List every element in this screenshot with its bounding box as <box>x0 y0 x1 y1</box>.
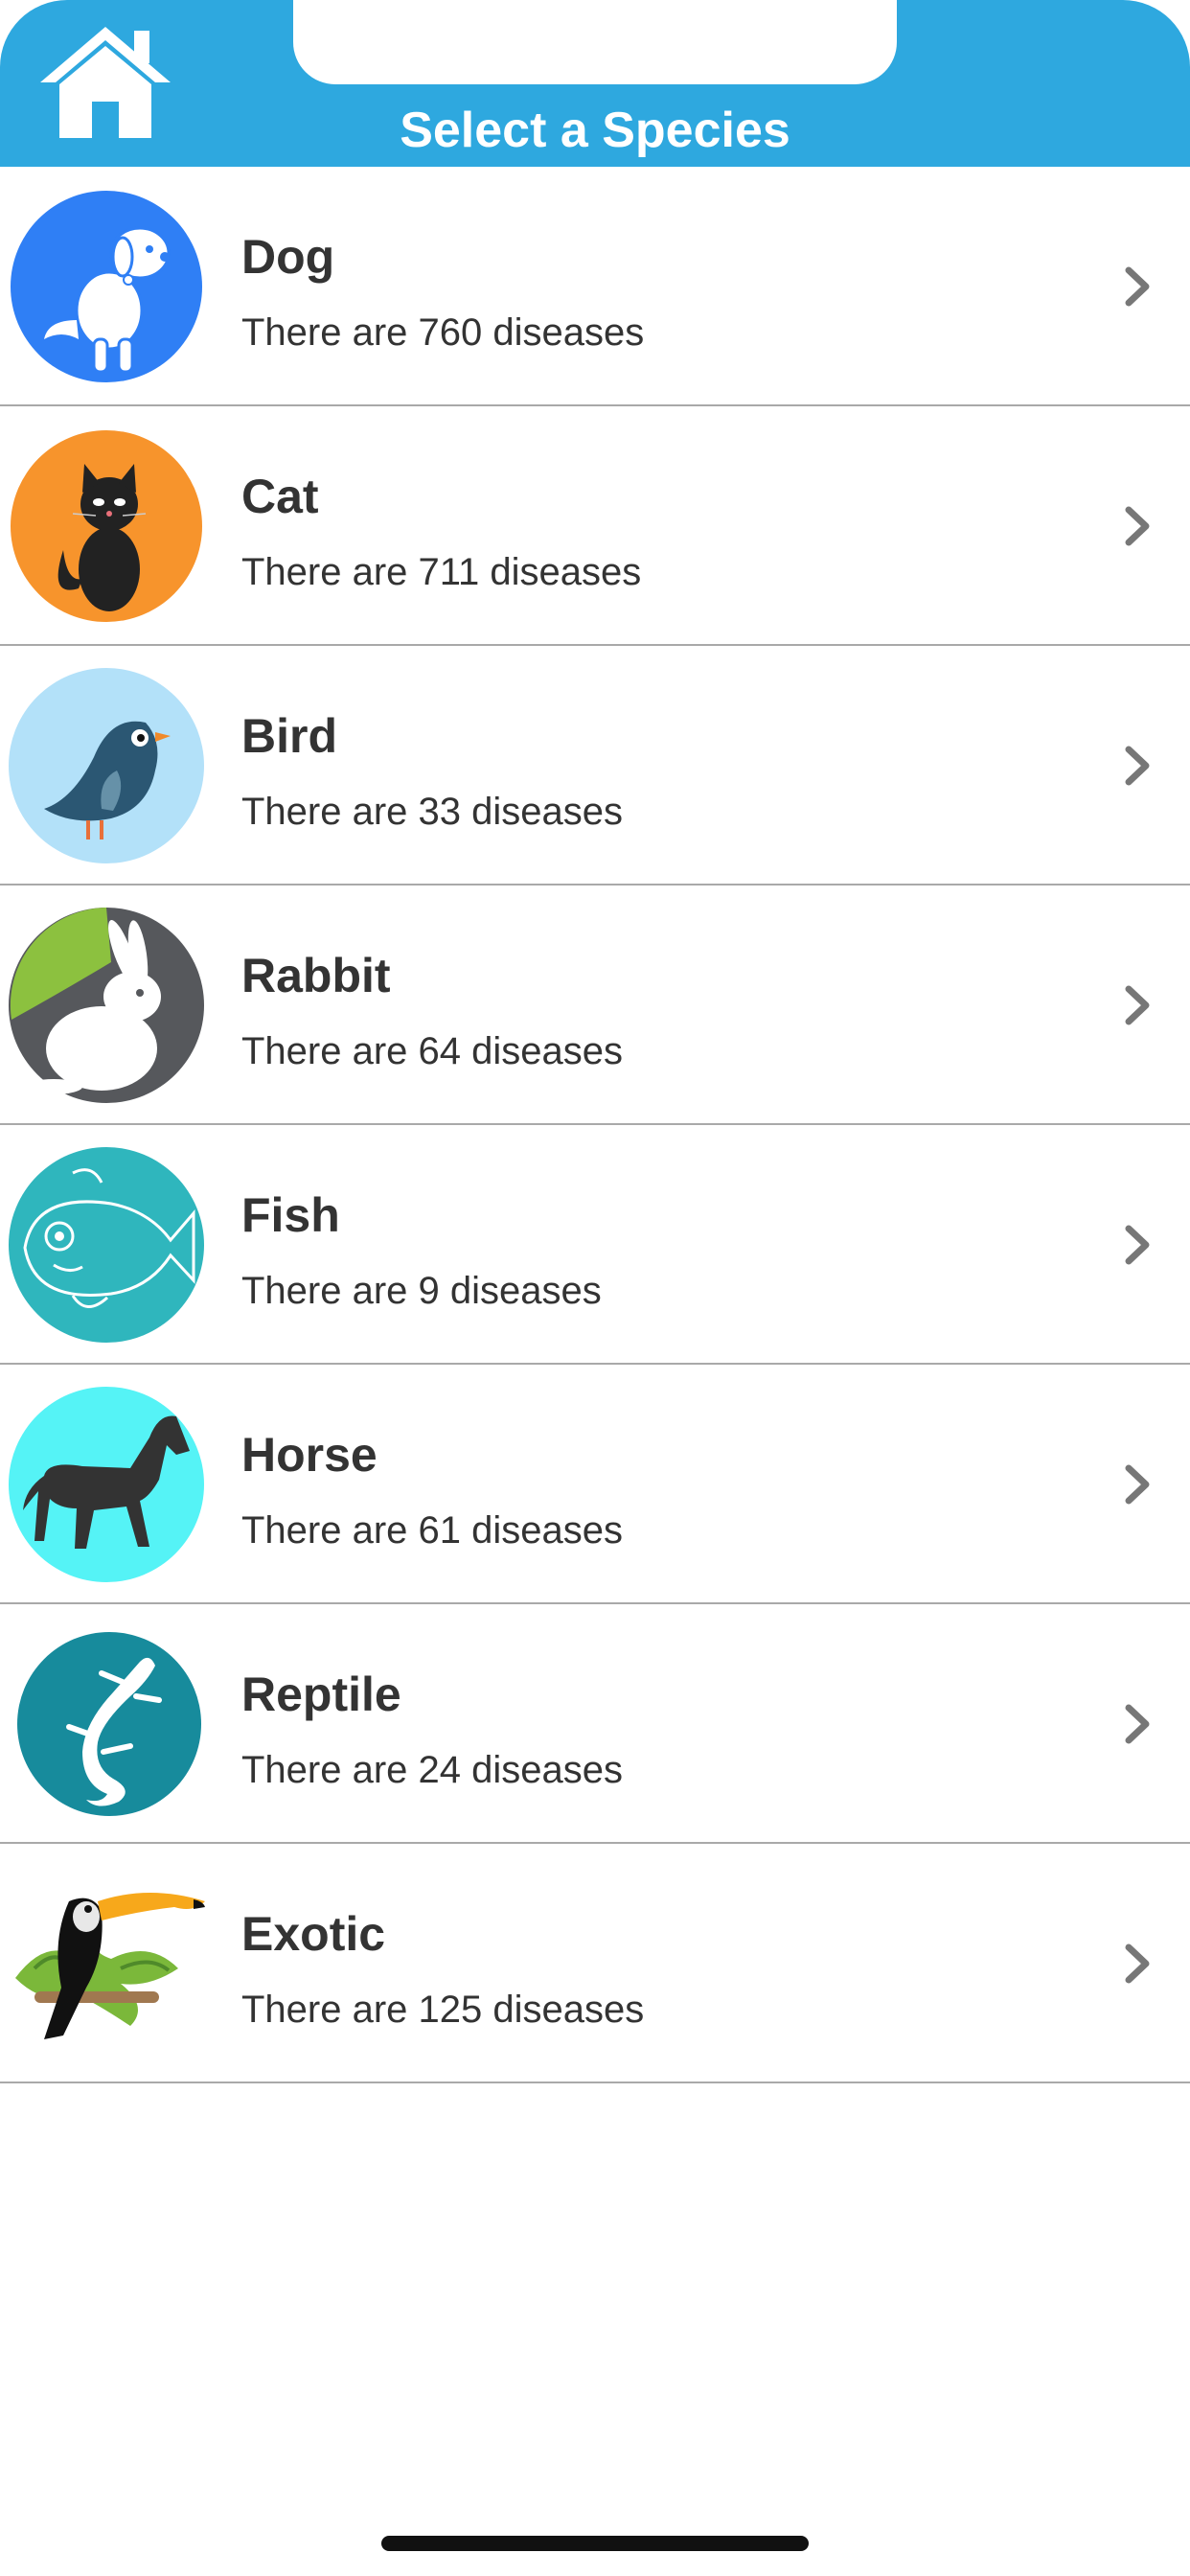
species-name: Cat <box>241 470 319 523</box>
reptile-icon <box>6 1623 207 1825</box>
bird-icon <box>6 665 207 866</box>
device-notch <box>293 0 897 84</box>
species-name: Reptile <box>241 1668 401 1721</box>
chevron-right-icon <box>1123 744 1152 788</box>
species-row-cat[interactable]: Cat There are 711 diseases <box>0 406 1190 646</box>
species-name: Fish <box>241 1188 340 1242</box>
disease-count: There are 125 diseases <box>241 1989 645 2031</box>
chevron-right-icon <box>1123 1223 1152 1267</box>
species-name: Bird <box>241 709 337 763</box>
page-title: Select a Species <box>400 103 790 158</box>
horse-icon <box>6 1384 207 1585</box>
disease-count: There are 33 diseases <box>241 791 624 833</box>
species-name: Exotic <box>241 1907 386 1961</box>
species-row-bird[interactable]: Bird There are 33 diseases <box>0 646 1190 886</box>
disease-count: There are 760 diseases <box>241 311 645 354</box>
cat-icon <box>6 426 207 627</box>
species-name: Rabbit <box>241 949 391 1002</box>
species-row-fish[interactable]: Fish There are 9 diseases <box>0 1125 1190 1365</box>
home-indicator[interactable] <box>381 2536 809 2551</box>
disease-count: There are 64 diseases <box>241 1030 624 1072</box>
chevron-right-icon <box>1123 504 1152 548</box>
species-row-horse[interactable]: Horse There are 61 diseases <box>0 1365 1190 1604</box>
chevron-right-icon <box>1123 1702 1152 1746</box>
species-name: Horse <box>241 1428 378 1482</box>
disease-count: There are 711 diseases <box>241 551 642 593</box>
species-row-rabbit[interactable]: Rabbit There are 64 diseases <box>0 886 1190 1125</box>
species-row-reptile[interactable]: Reptile There are 24 diseases <box>0 1604 1190 1844</box>
disease-count: There are 9 diseases <box>241 1270 602 1312</box>
chevron-right-icon <box>1123 264 1152 309</box>
disease-count: There are 61 diseases <box>241 1509 624 1552</box>
toucan-icon <box>6 1863 207 2064</box>
species-name: Dog <box>241 230 335 284</box>
species-row-exotic[interactable]: Exotic There are 125 diseases <box>0 1844 1190 2083</box>
chevron-right-icon <box>1123 1942 1152 1986</box>
rabbit-icon <box>6 905 207 1106</box>
dog-icon <box>6 186 207 387</box>
header-bar: Select a Species <box>0 0 1190 167</box>
chevron-right-icon <box>1123 983 1152 1027</box>
species-row-dog[interactable]: Dog There are 760 diseases <box>0 167 1190 406</box>
disease-count: There are 24 diseases <box>241 1749 624 1791</box>
fish-icon <box>6 1144 207 1346</box>
chevron-right-icon <box>1123 1462 1152 1506</box>
species-list: Dog There are 760 diseases Cat There are… <box>0 167 1190 2083</box>
